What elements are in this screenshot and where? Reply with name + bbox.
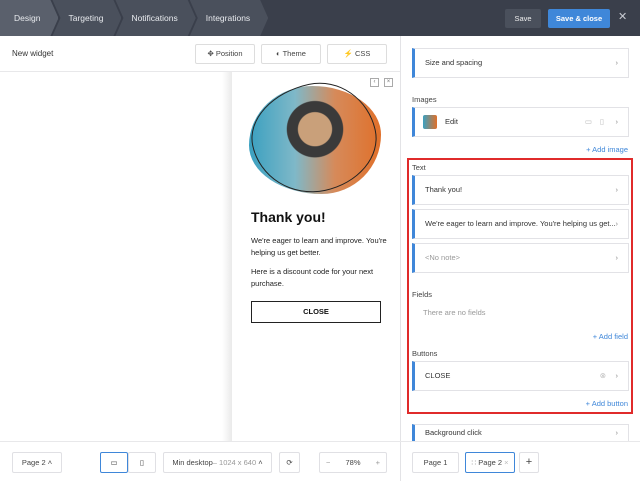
rotate-icon: ⟳	[286, 458, 293, 467]
text-item-label: <No note>	[425, 253, 461, 262]
fields-label: Fields	[412, 290, 433, 299]
add-page-button[interactable]: +	[519, 452, 539, 473]
remove-icon[interactable]: ⊗	[600, 362, 606, 390]
tab-notifications[interactable]: Notifications	[115, 0, 195, 36]
zoom-out-icon[interactable]: −	[326, 453, 330, 472]
text-item-heading[interactable]: Thank you! ›	[412, 175, 629, 205]
chevron-right-icon: ›	[615, 219, 619, 228]
css-label: CSS	[355, 49, 371, 58]
add-image-link[interactable]: + Add image	[586, 145, 628, 154]
zoom-value: 78%	[345, 458, 361, 467]
text-item-body[interactable]: We're eager to learn and improve. You're…	[412, 209, 629, 239]
chevron-right-icon: ›	[615, 117, 619, 126]
preview-shadow	[222, 72, 232, 441]
add-field-link[interactable]: + Add field	[593, 332, 628, 341]
button-item-close[interactable]: CLOSE ⊗ ›	[412, 361, 629, 391]
desktop-icon[interactable]: ▭	[585, 108, 592, 136]
theme-label: Theme	[282, 49, 306, 58]
chevron-up-icon: ˄	[47, 458, 53, 467]
background-click-item[interactable]: Background click ›	[412, 424, 629, 441]
chevron-right-icon: ›	[615, 58, 619, 67]
image-edit-label: Edit	[445, 117, 458, 126]
resolution-label: – 1024 x 640	[212, 458, 257, 467]
mobile-icon: ▯	[139, 458, 145, 467]
bolt-icon: ⚡	[343, 49, 353, 58]
save-close-button[interactable]: Save & close	[548, 9, 610, 28]
text-label: Text	[412, 163, 426, 172]
preview-close-button[interactable]: CLOSE	[251, 301, 381, 323]
no-fields-text: There are no fields	[423, 308, 486, 317]
droplet-icon: ◐	[276, 49, 281, 58]
buttons-label: Buttons	[412, 349, 438, 358]
page-tab-label: Page 2	[478, 458, 503, 467]
plus-icon: +	[525, 456, 533, 468]
size-spacing-label: Size and spacing	[425, 58, 483, 67]
preview-note: Here is a discount code for your next pu…	[251, 267, 374, 288]
canvas-toolbar: New widget ✥ Position ◐ Theme ⚡ CSS	[0, 36, 400, 72]
device-label: Min desktop	[172, 458, 213, 467]
background-click-label: Background click	[425, 428, 482, 437]
drag-handle-icon[interactable]: ∷	[471, 458, 476, 467]
chevron-right-icon: ›	[615, 253, 619, 262]
decorative-outline	[242, 72, 386, 204]
zoom-in-icon[interactable]: +	[376, 453, 380, 472]
desktop-icon: ▭	[110, 458, 118, 467]
save-button[interactable]: Save	[505, 9, 541, 28]
widget-title: New widget	[12, 49, 54, 58]
mobile-icon[interactable]: ▯	[600, 108, 604, 136]
widget-preview: ‹ × Thank you! We're eager to learn and …	[232, 72, 400, 441]
canvas: ‹ × Thank you! We're eager to learn and …	[0, 72, 400, 441]
mobile-view-button[interactable]: ▯	[128, 452, 156, 473]
desktop-view-button[interactable]: ▭	[100, 452, 128, 473]
preview-body: We're eager to learn and improve. You're…	[251, 236, 387, 257]
tab-design[interactable]: Design	[0, 0, 58, 36]
top-bar: Design Targeting Notifications Integrati…	[0, 0, 640, 36]
zoom-control: − 78% +	[319, 452, 387, 473]
chevron-right-icon: ›	[615, 185, 619, 194]
move-icon: ✥	[207, 49, 214, 58]
close-icon[interactable]: ✕	[618, 10, 627, 23]
size-spacing-item[interactable]: Size and spacing ›	[412, 48, 629, 78]
settings-panel: Size and spacing › Images Edit ▭ ▯ › + Ad…	[400, 36, 640, 441]
page-select-value: Page 2	[21, 458, 46, 467]
button-item-label: CLOSE	[425, 371, 451, 380]
chevron-right-icon: ›	[615, 428, 619, 437]
page-tab-1[interactable]: Page 1	[412, 452, 459, 473]
divider	[400, 442, 401, 481]
image-item[interactable]: Edit ▭ ▯ ›	[412, 107, 629, 137]
tab-targeting[interactable]: Targeting	[52, 0, 121, 36]
collapse-icon[interactable]: ‹	[370, 78, 379, 87]
chevron-up-icon: ˄	[258, 458, 263, 467]
text-item-note[interactable]: <No note> ›	[412, 243, 629, 273]
css-button[interactable]: ⚡ CSS	[327, 44, 387, 64]
add-button-link[interactable]: + Add button	[586, 399, 628, 408]
bottom-bar: Page 2 ˄ ▭ ▯ Min desktop– 1024 x 640 ˄ ⟳…	[0, 441, 640, 481]
page-select[interactable]: Page 2 ˄	[12, 452, 62, 473]
tab-integrations[interactable]: Integrations	[190, 0, 268, 36]
position-button[interactable]: ✥ Position	[195, 44, 255, 64]
close-tab-icon[interactable]: ×	[504, 458, 508, 467]
close-preview-icon[interactable]: ×	[384, 78, 393, 87]
resolution-select[interactable]: Min desktop– 1024 x 640 ˄	[163, 452, 272, 473]
position-label: Position	[215, 49, 243, 58]
text-item-label: Thank you!	[425, 185, 463, 194]
image-thumbnail	[423, 115, 437, 129]
preview-heading: Thank you!	[251, 209, 326, 225]
images-label: Images	[412, 95, 437, 104]
text-item-label: We're eager to learn and improve. You're…	[425, 219, 616, 228]
chevron-right-icon: ›	[615, 371, 619, 380]
rotate-button[interactable]: ⟳	[279, 452, 300, 473]
theme-button[interactable]: ◐ Theme	[261, 44, 321, 64]
page-tab-2[interactable]: ∷ Page 2 ×	[465, 452, 515, 473]
